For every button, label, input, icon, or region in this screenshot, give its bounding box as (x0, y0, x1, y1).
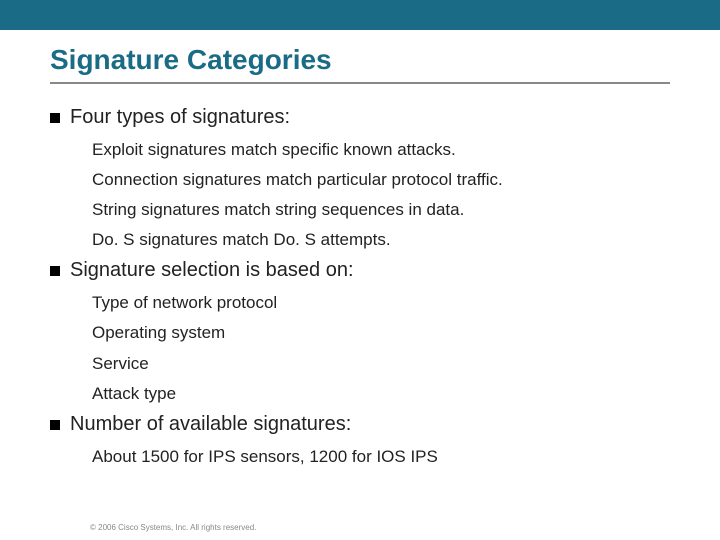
sub-item: About 1500 for IPS sensors, 1200 for IOS… (92, 446, 670, 468)
bullet-icon (50, 266, 60, 276)
sub-item: Service (92, 353, 670, 375)
sub-item: Do. S signatures match Do. S attempts. (92, 229, 670, 251)
slide-content: Signature Categories Four types of signa… (0, 30, 720, 468)
footer-copyright: © 2006 Cisco Systems, Inc. All rights re… (90, 523, 256, 532)
bullet-icon (50, 113, 60, 123)
sub-item: String signatures match string sequences… (92, 199, 670, 221)
bullet-heading: Number of available signatures: (70, 413, 351, 436)
sub-item: Connection signatures match particular p… (92, 169, 670, 191)
bullet-selection: Signature selection is based on: (50, 259, 670, 282)
sub-item: Type of network protocol (92, 292, 670, 314)
sub-item: Exploit signatures match specific known … (92, 139, 670, 161)
bullet-types: Four types of signatures: (50, 106, 670, 129)
bullet-heading: Signature selection is based on: (70, 259, 354, 282)
bullet-available: Number of available signatures: (50, 413, 670, 436)
bullet-icon (50, 420, 60, 430)
sub-item: Operating system (92, 322, 670, 344)
bullet-heading: Four types of signatures: (70, 106, 290, 129)
top-bar (0, 0, 720, 30)
slide-title: Signature Categories (50, 44, 670, 84)
sub-item: Attack type (92, 383, 670, 405)
